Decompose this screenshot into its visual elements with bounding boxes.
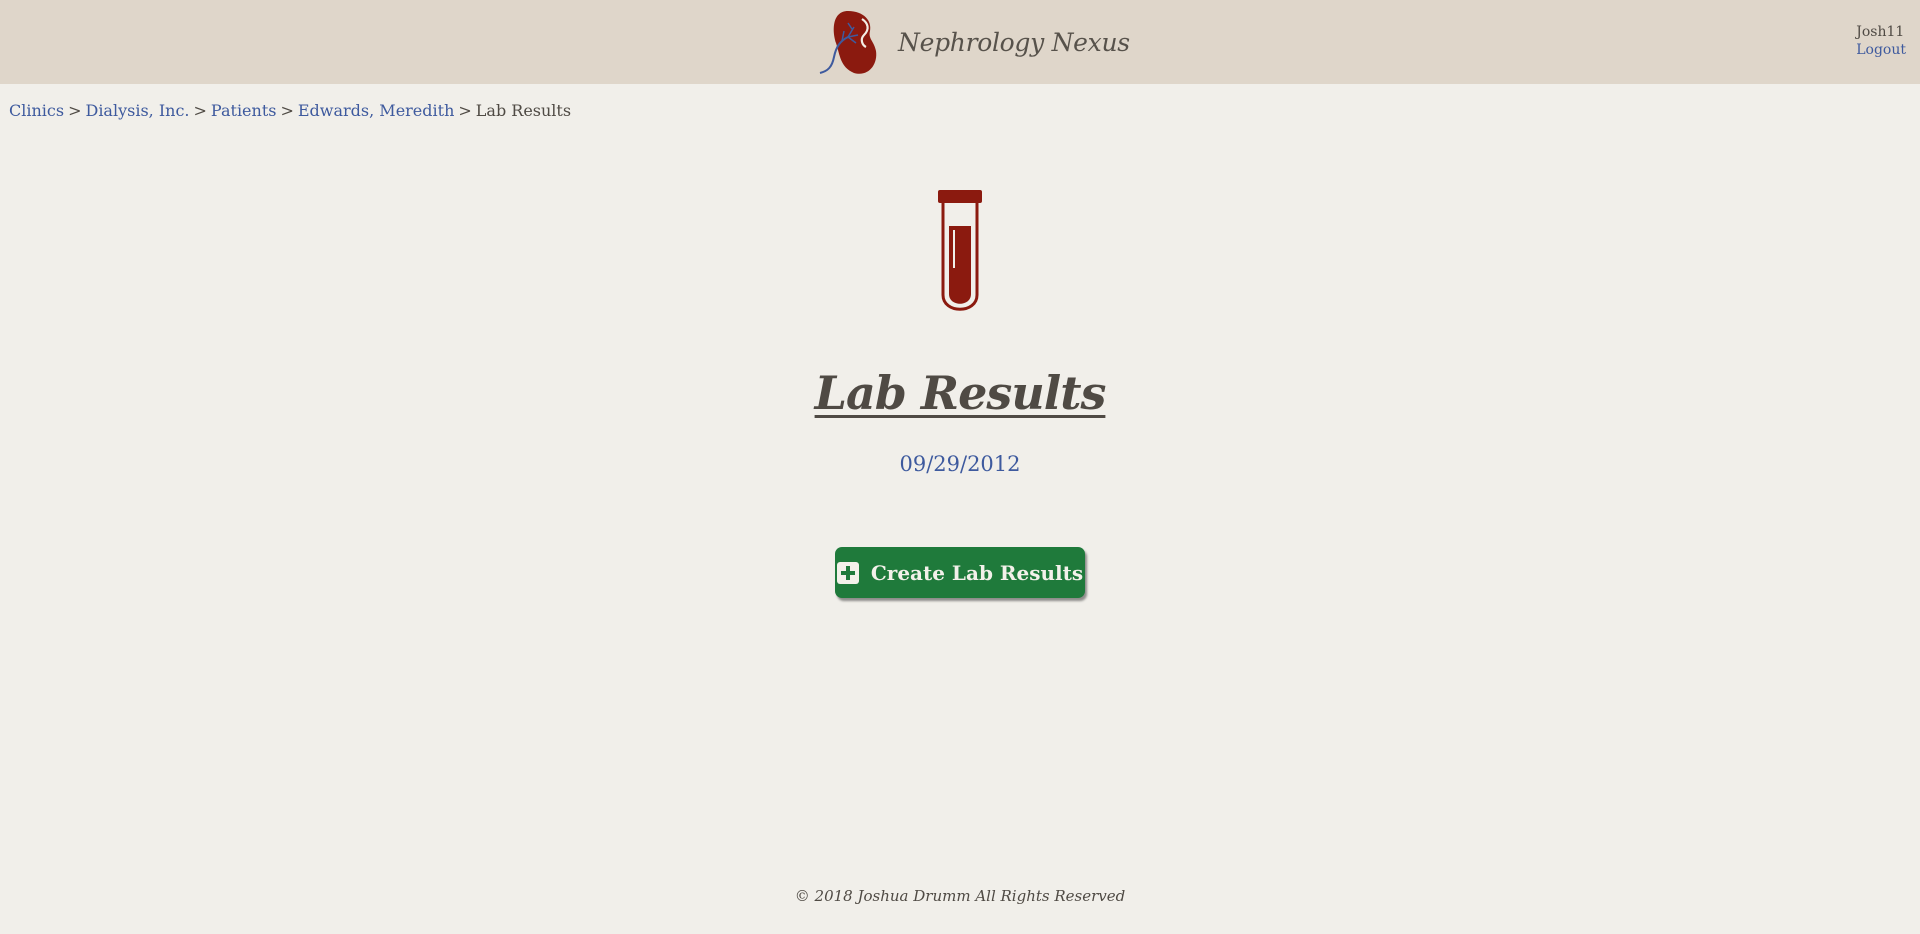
plus-square-icon [836, 561, 859, 584]
breadcrumb-separator: > [68, 101, 82, 120]
site-header: Nephrology Nexus Josh11 Logout [0, 0, 1920, 84]
lab-result-date-list: 09/29/2012 [0, 452, 1920, 476]
breadcrumb-clinic[interactable]: Dialysis, Inc. [85, 101, 189, 120]
breadcrumb-patients[interactable]: Patients [211, 101, 277, 120]
breadcrumb-patient[interactable]: Edwards, Meredith [298, 101, 455, 120]
brand-name: Nephrology Nexus [898, 27, 1130, 57]
breadcrumb-separator: > [458, 101, 472, 120]
page-title: Lab Results [814, 366, 1107, 420]
test-tube-icon [938, 190, 982, 311]
create-lab-results-label: Create Lab Results [870, 560, 1084, 585]
logout-link[interactable]: Logout [1856, 41, 1906, 59]
breadcrumb-separator: > [280, 101, 294, 120]
create-lab-results-button[interactable]: Create Lab Results [835, 547, 1085, 598]
breadcrumb-current: Lab Results [475, 101, 572, 120]
breadcrumb: Clinics > Dialysis, Inc. > Patients > Edwards,… [9, 101, 571, 120]
breadcrumb-separator: > [193, 101, 207, 120]
kidney-icon [819, 11, 877, 74]
footer-copyright: © 2018 Joshua Drumm All Rights Reserved [794, 887, 1126, 905]
user-box: Josh11 Logout [1856, 23, 1906, 59]
breadcrumb-clinics[interactable]: Clinics [9, 101, 64, 120]
brand-home-link[interactable]: Nephrology Nexus [818, 7, 1130, 77]
current-user-name: Josh11 [1856, 24, 1905, 40]
lab-result-date-link[interactable]: 09/29/2012 [899, 452, 1020, 476]
